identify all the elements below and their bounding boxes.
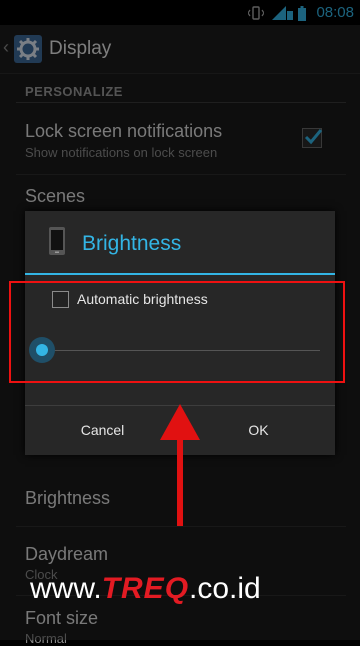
watermark: www.TREQ.co.id [30, 572, 261, 606]
phone-icon [49, 227, 65, 255]
dialog-title: Brightness [82, 232, 182, 255]
watermark-prefix: www. [30, 572, 102, 605]
watermark-brand: TREQ [101, 572, 190, 605]
dialog-title-divider [25, 273, 335, 275]
annotation-arrow-icon [160, 404, 200, 526]
ok-button[interactable]: OK [181, 406, 336, 455]
cancel-button[interactable]: Cancel [25, 406, 180, 455]
annotation-highlight-box [9, 281, 345, 383]
watermark-suffix: .co.id [189, 572, 261, 605]
